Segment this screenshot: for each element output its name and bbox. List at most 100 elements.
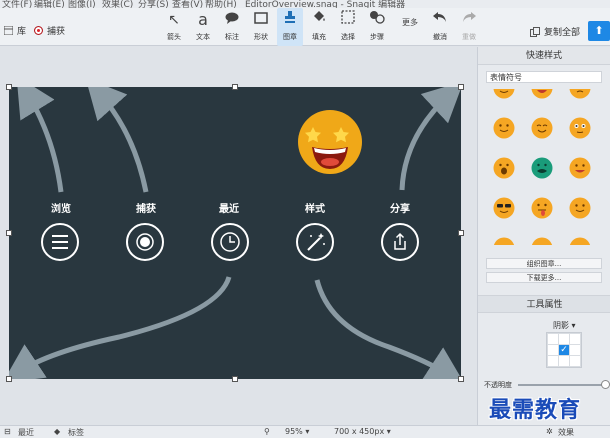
menu-image[interactable]: 图像(I) (68, 0, 96, 8)
effects-button[interactable]: 效果 (558, 427, 574, 438)
emoji-stamp[interactable] (493, 157, 515, 179)
download-more-button[interactable]: 下载更多... (486, 272, 602, 283)
capture-label: 捕获 (47, 27, 66, 37)
opacity-slider-track[interactable] (518, 384, 608, 386)
window-title: EditorOverview.snag - Snagit 编辑器 (245, 0, 406, 8)
emoji-category-select[interactable]: 表情符号 (486, 71, 602, 83)
share-button[interactable]: ⬆ (588, 21, 610, 41)
emoji-stamp[interactable] (531, 117, 553, 139)
tool-callout[interactable]: 标注 (219, 8, 245, 46)
resize-handle-l[interactable] (6, 230, 12, 236)
fill-icon (306, 8, 332, 32)
resize-handle-t[interactable] (232, 84, 238, 90)
label-capture: 捕获 (136, 204, 156, 215)
organize-stamps-button[interactable]: 组织图章... (486, 258, 602, 269)
label-recent: 最近 (219, 204, 239, 215)
browse-circle (41, 223, 79, 261)
emoji-stamp[interactable] (493, 89, 515, 99)
emoji-stamp[interactable] (493, 237, 515, 245)
redo-icon (456, 8, 482, 32)
tool-undo[interactable]: 撤消 (427, 8, 453, 46)
tool-properties-title: 工具属性 (478, 295, 610, 313)
resize-handle-b[interactable] (232, 376, 238, 382)
arrow-recent (9, 276, 232, 379)
tool-step[interactable]: 步骤 (364, 8, 390, 46)
arrow-capture (85, 87, 149, 193)
tool-text[interactable]: a 文本 (190, 8, 216, 46)
capture-record-icon (34, 26, 43, 35)
quick-styles-title: 快速样式 (478, 47, 610, 65)
arrow-browse (16, 87, 64, 193)
menu-bar: 文件(F) 编辑(E) 图像(I) 效果(C) 分享(S) 查看(V) 帮助(H… (0, 0, 610, 8)
resize-handle-tr[interactable] (458, 84, 464, 90)
toolbar: 库 捕获 ↖ 箭头 a 文本 标注 形状 图章 填充 选择 步骤 更多 撤消 重… (0, 8, 610, 46)
star-eyes-emoji[interactable] (297, 109, 363, 175)
right-panel: 快速样式 表情符号 组织图章... 下载更多... 工具属性 阴影 ▾ ✓ 不透… (477, 47, 610, 425)
shadow-dropdown[interactable]: 阴影 ▾ (553, 320, 576, 331)
selection-icon (335, 8, 361, 32)
resize-handle-tl[interactable] (6, 84, 12, 90)
zoom-dropdown[interactable]: 95% ▾ (285, 427, 309, 436)
tool-stamp[interactable]: 图章 (277, 8, 303, 46)
arrow-icon: ↖ (168, 12, 180, 28)
emoji-stamp[interactable] (531, 237, 553, 245)
emoji-stamp[interactable] (569, 117, 591, 139)
recent-button[interactable]: 最近 (18, 427, 34, 438)
menu-file[interactable]: 文件(F) (2, 0, 32, 8)
emoji-stamp[interactable] (531, 157, 553, 179)
menu-edit[interactable]: 编辑(E) (34, 0, 65, 8)
tool-more[interactable]: 更多 (396, 8, 424, 46)
opacity-slider-handle[interactable] (601, 380, 610, 389)
library-button[interactable]: 库 (4, 24, 26, 37)
status-bar: ⊟ 最近 ◆ 标签 ⚲ 95% ▾ 700 x 450px ▾ ✲ 效果 (0, 425, 610, 438)
tool-shape[interactable]: 形状 (248, 8, 274, 46)
tool-redo[interactable]: 重做 (456, 8, 482, 46)
tags-button[interactable]: 标签 (68, 427, 84, 438)
shadow-cell[interactable] (569, 355, 581, 367)
menu-help[interactable]: 帮助(H) (205, 0, 237, 8)
arrow-style (314, 279, 461, 379)
copy-icon (530, 26, 540, 37)
opacity-label: 不透明度 (484, 381, 512, 389)
canvas-image[interactable]: 浏览 捕获 最近 样式 分享 (9, 87, 461, 379)
more-icon: 更多 (402, 18, 418, 27)
resize-handle-bl[interactable] (6, 376, 12, 382)
dimensions-dropdown[interactable]: 700 x 450px ▾ (334, 427, 391, 436)
menu-effects[interactable]: 效果(C) (102, 0, 133, 8)
capture-circle (126, 223, 164, 261)
tool-selection[interactable]: 选择 (335, 8, 361, 46)
recent-icon: ⊟ (4, 427, 11, 436)
resize-handle-r[interactable] (458, 230, 464, 236)
emoji-stamp[interactable] (493, 117, 515, 139)
emoji-stamp[interactable] (569, 157, 591, 179)
capture-button[interactable]: 捕获 (34, 24, 65, 37)
menu-view[interactable]: 查看(V) (172, 0, 203, 8)
callout-icon (219, 8, 245, 32)
clock-icon (220, 232, 240, 252)
zoom-icon: ⚲ (264, 427, 270, 436)
label-share: 分享 (390, 204, 410, 215)
emoji-stamp[interactable] (569, 89, 591, 99)
arrow-share (399, 87, 461, 191)
resize-handle-br[interactable] (458, 376, 464, 382)
watermark-text: 最需教育 (489, 397, 582, 423)
undo-icon (427, 8, 453, 32)
canvas-area[interactable]: 浏览 捕获 最近 样式 分享 (0, 47, 477, 425)
tool-arrow[interactable]: ↖ 箭头 (161, 8, 187, 46)
emoji-stamp[interactable] (569, 197, 591, 219)
menu-share[interactable]: 分享(S) (138, 0, 169, 8)
emoji-stamp[interactable] (493, 197, 515, 219)
shape-icon (248, 8, 274, 32)
emoji-stamp[interactable] (531, 89, 553, 99)
stamp-icon (277, 8, 303, 32)
recent-circle (211, 223, 249, 261)
share-circle (381, 223, 419, 261)
tool-fill[interactable]: 填充 (306, 8, 332, 46)
copy-all-button[interactable]: 复制全部 (530, 25, 580, 38)
share-icon: ⬆ (594, 24, 604, 37)
menu-lines-icon (52, 235, 68, 249)
label-style: 样式 (305, 204, 325, 215)
emoji-stamp[interactable] (531, 197, 553, 219)
style-circle (296, 223, 334, 261)
emoji-stamp[interactable] (569, 237, 591, 245)
